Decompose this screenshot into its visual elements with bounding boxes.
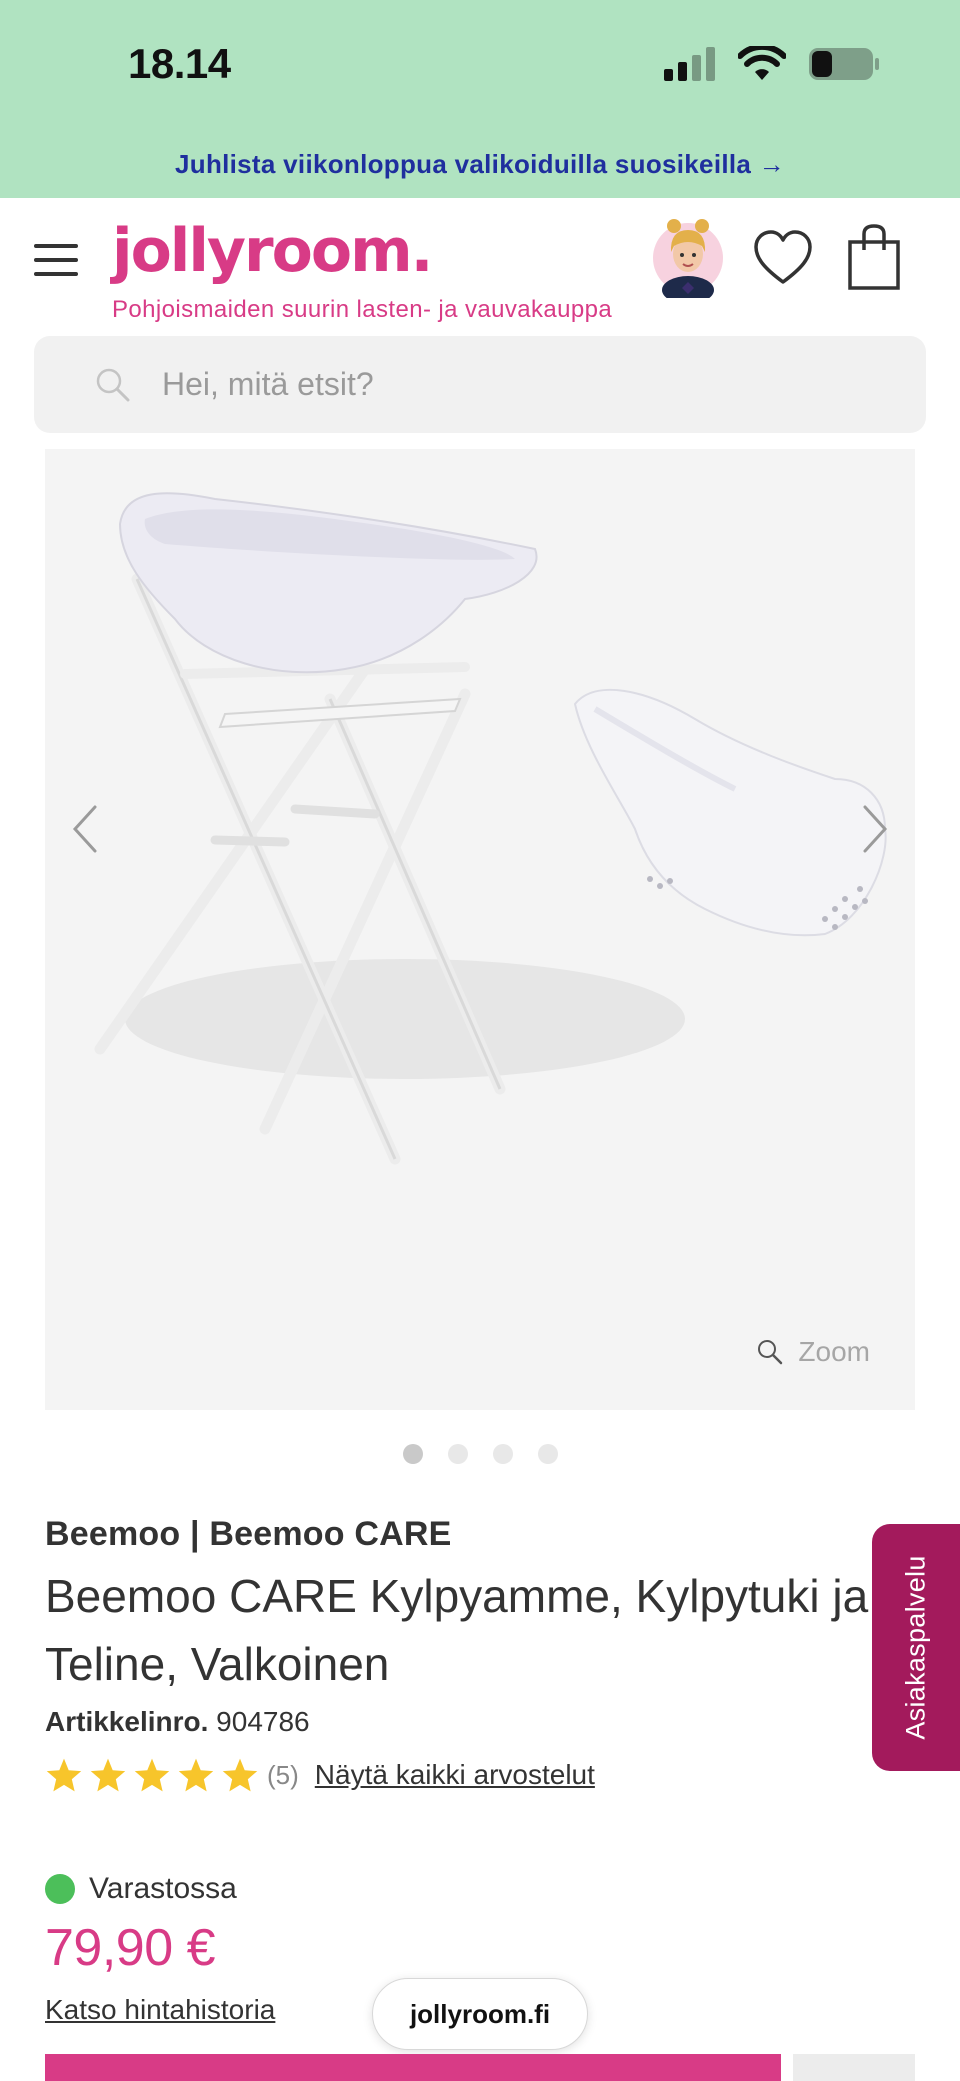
product-gallery: Zoom bbox=[45, 449, 915, 1410]
stock-status: Varastossa bbox=[45, 1872, 237, 1906]
browser-url: jollyroom.fi bbox=[409, 1998, 551, 2029]
menu-icon-bar bbox=[34, 258, 78, 262]
price-history-link[interactable]: Katso hintahistoria bbox=[45, 1994, 275, 2026]
avatar[interactable] bbox=[652, 208, 724, 298]
search-input[interactable] bbox=[162, 336, 862, 433]
site-logo[interactable]: jollyroom. bbox=[112, 216, 433, 286]
customer-service-label: Asiakaspalvelu bbox=[900, 1555, 931, 1740]
menu-button[interactable] bbox=[34, 240, 80, 276]
carousel-dot[interactable] bbox=[402, 1444, 423, 1464]
status-icons bbox=[664, 44, 880, 84]
browser-url-pill[interactable]: jollyroom.fi bbox=[372, 1978, 588, 2050]
star-icon bbox=[134, 1758, 170, 1792]
heart-icon[interactable] bbox=[752, 228, 814, 288]
menu-icon bbox=[34, 244, 78, 248]
cellular-signal-icon bbox=[664, 47, 715, 81]
article-number: 904786 bbox=[216, 1706, 310, 1737]
carousel-dot[interactable] bbox=[537, 1444, 558, 1464]
zoom-icon bbox=[758, 1340, 783, 1365]
wifi-icon bbox=[738, 46, 786, 80]
product-image[interactable] bbox=[45, 449, 915, 1410]
rating-row: (5) Näytä kaikki arvostelut bbox=[45, 1753, 595, 1797]
carousel-dot[interactable] bbox=[447, 1444, 468, 1464]
shopping-bag-icon[interactable] bbox=[846, 222, 902, 292]
show-all-reviews-link[interactable]: Näytä kaikki arvostelut bbox=[315, 1759, 595, 1791]
star-icon bbox=[222, 1758, 258, 1792]
search-icon bbox=[96, 368, 130, 402]
site-tagline: Pohjoismaiden suurin lasten- ja vauvakau… bbox=[112, 296, 613, 323]
zoom-button[interactable]: Zoom bbox=[756, 1336, 870, 1368]
article-label: Artikkelinro. bbox=[45, 1706, 209, 1737]
carousel-dots bbox=[0, 1444, 960, 1464]
battery-icon bbox=[809, 48, 879, 80]
promo-banner[interactable]: Juhlista viikonloppua valikoiduilla suos… bbox=[0, 130, 960, 198]
star-icon bbox=[178, 1758, 214, 1792]
customer-service-tab[interactable]: Asiakaspalvelu bbox=[872, 1524, 960, 1771]
star-icon bbox=[46, 1758, 82, 1792]
add-to-cart-button[interactable] bbox=[45, 2054, 781, 2081]
carousel-dot[interactable] bbox=[492, 1444, 513, 1464]
product-price: 79,90 € bbox=[45, 1919, 216, 1977]
star-icon bbox=[90, 1758, 126, 1792]
next-image-arrow-icon[interactable] bbox=[855, 799, 895, 859]
zoom-label: Zoom bbox=[798, 1336, 870, 1367]
stock-status-text: Varastossa bbox=[89, 1872, 237, 1905]
status-time: 18.14 bbox=[128, 40, 231, 87]
product-title-line: Beemoo CARE Kylpyamme, Kylpytuki ja bbox=[45, 1570, 869, 1622]
previous-image-arrow-icon[interactable] bbox=[65, 799, 105, 859]
menu-icon-bar bbox=[34, 272, 78, 276]
site-header: jollyroom. Pohjoismaiden suurin lasten- … bbox=[0, 198, 960, 333]
promo-text[interactable]: Juhlista viikonloppua valikoiduilla suos… bbox=[175, 149, 785, 180]
status-bar: 18.14 bbox=[0, 0, 960, 130]
review-count: (5) bbox=[267, 1759, 299, 1790]
star-rating bbox=[45, 1757, 259, 1793]
secondary-action-button[interactable] bbox=[793, 2054, 915, 2081]
search-box bbox=[34, 336, 926, 433]
in-stock-indicator-icon bbox=[45, 1874, 75, 1904]
product-title-line: Teline, Valkoinen bbox=[45, 1638, 390, 1690]
product-brand[interactable]: Beemoo | Beemoo CARE bbox=[45, 1515, 451, 1554]
article-number-row: Artikkelinro. 904786 bbox=[45, 1706, 310, 1738]
product-title: Beemoo CARE Kylpyamme, Kylpytuki ja Teli… bbox=[45, 1562, 905, 1698]
